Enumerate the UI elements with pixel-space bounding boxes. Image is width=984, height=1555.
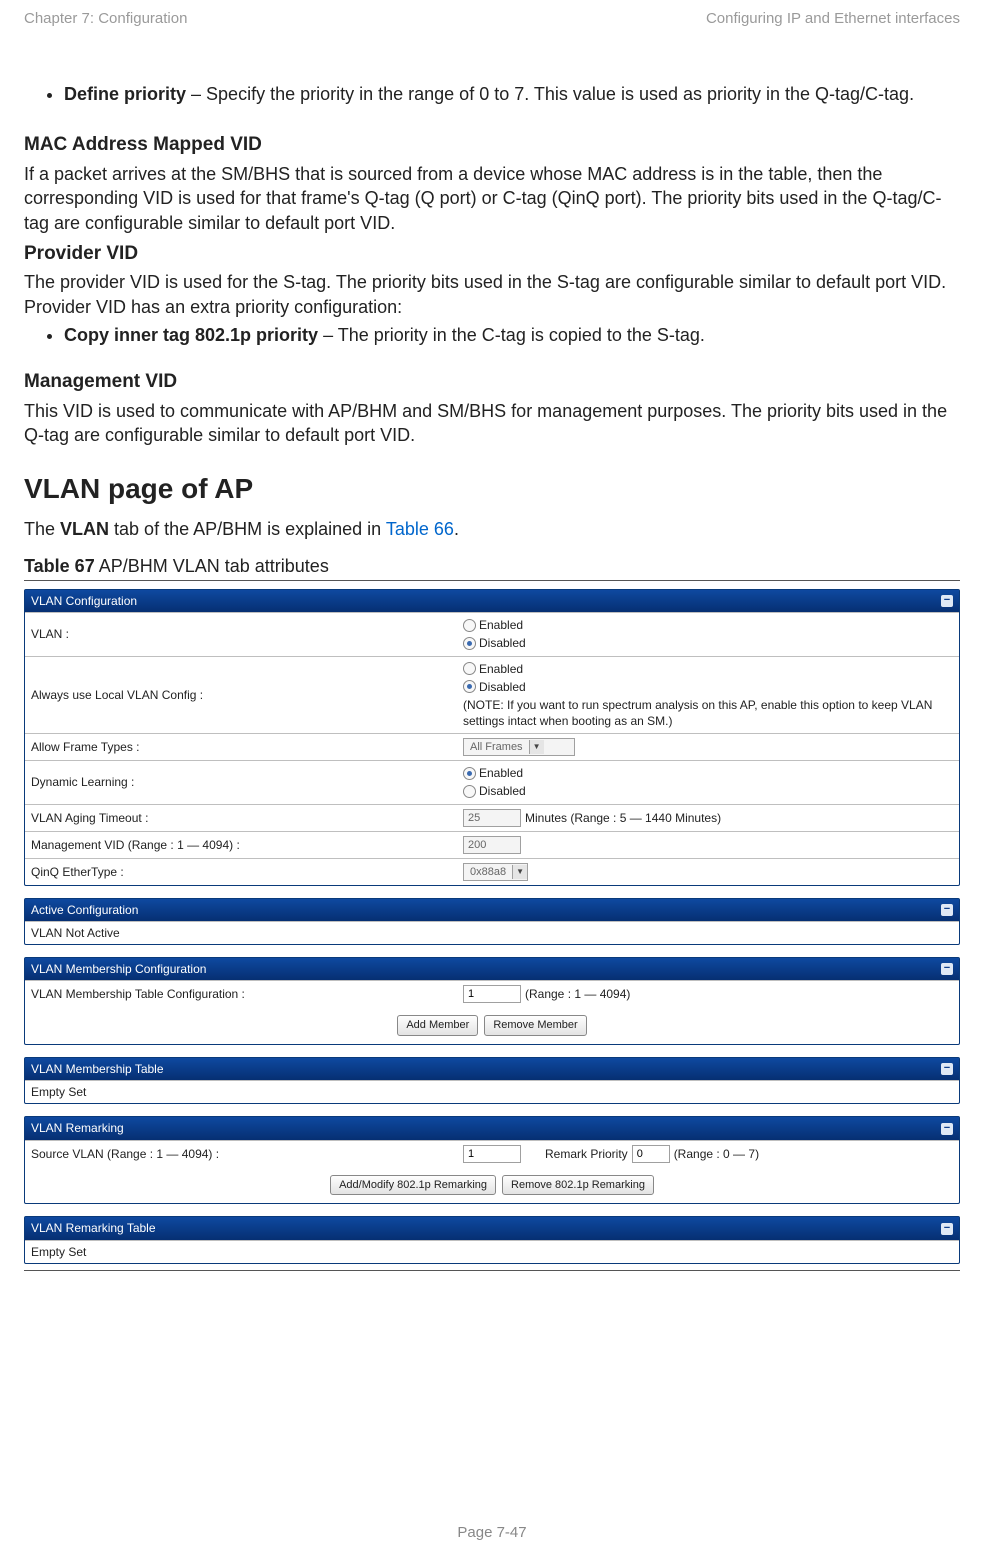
remark-priority-hint: (Range : 0 — 7) xyxy=(674,1146,759,1162)
page-footer: Page 7-47 xyxy=(0,1524,984,1541)
table-bottom-rule xyxy=(24,1270,960,1271)
provider-paragraph: The provider VID is used for the S-tag. … xyxy=(24,270,960,319)
remove-remarking-button[interactable]: Remove 802.1p Remarking xyxy=(502,1175,654,1196)
source-vlan-input[interactable]: 1 xyxy=(463,1145,521,1163)
source-vlan-label: Source VLAN (Range : 1 — 4094) : xyxy=(25,1141,457,1167)
vlan-page-heading: VLAN page of AP xyxy=(24,470,960,508)
mgmt-vid-label: Management VID (Range : 1 — 4094) : xyxy=(25,832,457,858)
aging-timeout-label: VLAN Aging Timeout : xyxy=(25,805,457,831)
mac-heading: MAC Address Mapped VID xyxy=(24,132,960,158)
table-66-link[interactable]: Table 66 xyxy=(386,519,454,539)
collapse-icon[interactable]: − xyxy=(941,963,953,975)
qinq-label: QinQ EtherType : xyxy=(25,859,457,885)
table-top-rule xyxy=(24,580,960,581)
mac-paragraph: If a packet arrives at the SM/BHS that i… xyxy=(24,162,960,235)
membership-table-body: Empty Set xyxy=(25,1080,959,1103)
header-left: Chapter 7: Configuration xyxy=(24,10,187,27)
vlan-disabled-radio[interactable]: Disabled xyxy=(463,635,526,651)
chevron-down-icon: ▼ xyxy=(529,740,544,754)
vlan-config-screenshot: VLAN Configuration − VLAN : Enabled Disa… xyxy=(24,589,960,1264)
remark-priority-label: Remark Priority xyxy=(545,1146,628,1162)
panel-remarking: VLAN Remarking − Source VLAN (Range : 1 … xyxy=(24,1116,960,1204)
panel-header-membership-config[interactable]: VLAN Membership Configuration − xyxy=(25,958,959,980)
mgmt-vid-input[interactable]: 200 xyxy=(463,836,521,854)
active-config-body: VLAN Not Active xyxy=(25,921,959,944)
always-note: (NOTE: If you want to run spectrum analy… xyxy=(463,697,943,729)
panel-header-remarking-table[interactable]: VLAN Remarking Table − xyxy=(25,1217,959,1239)
dynamic-learning-label: Dynamic Learning : xyxy=(25,761,457,803)
chevron-down-icon: ▼ xyxy=(512,865,527,879)
remarking-table-body: Empty Set xyxy=(25,1240,959,1263)
define-priority-bullet: Define priority – Specify the priority i… xyxy=(64,82,960,106)
panel-active-configuration: Active Configuration − VLAN Not Active xyxy=(24,898,960,945)
collapse-icon[interactable]: − xyxy=(941,1223,953,1235)
always-disabled-radio[interactable]: Disabled xyxy=(463,679,526,695)
mgmt-heading: Management VID xyxy=(24,369,960,395)
panel-header-active[interactable]: Active Configuration − xyxy=(25,899,959,921)
panel-membership-config: VLAN Membership Configuration − VLAN Mem… xyxy=(24,957,960,1045)
panel-header-vlan-config[interactable]: VLAN Configuration − xyxy=(25,590,959,612)
aging-timeout-input[interactable]: 25 xyxy=(463,809,521,827)
copy-priority-bullet: Copy inner tag 802.1p priority – The pri… xyxy=(64,323,960,347)
add-remarking-button[interactable]: Add/Modify 802.1p Remarking xyxy=(330,1175,496,1196)
dyn-disabled-radio[interactable]: Disabled xyxy=(463,783,526,799)
panel-vlan-configuration: VLAN Configuration − VLAN : Enabled Disa… xyxy=(24,589,960,886)
collapse-icon[interactable]: − xyxy=(941,1123,953,1135)
vlan-label: VLAN : xyxy=(25,613,457,655)
define-priority-text: – Specify the priority in the range of 0… xyxy=(186,84,914,104)
collapse-icon[interactable]: − xyxy=(941,1063,953,1075)
allow-frame-types-label: Allow Frame Types : xyxy=(25,734,457,760)
panel-remarking-table: VLAN Remarking Table − Empty Set xyxy=(24,1216,960,1263)
panel-header-membership-table[interactable]: VLAN Membership Table − xyxy=(25,1058,959,1080)
always-enabled-radio[interactable]: Enabled xyxy=(463,661,523,677)
remark-priority-input[interactable]: 0 xyxy=(632,1145,670,1163)
add-member-button[interactable]: Add Member xyxy=(397,1015,478,1036)
collapse-icon[interactable]: − xyxy=(941,904,953,916)
membership-range-hint: (Range : 1 — 4094) xyxy=(525,986,630,1002)
membership-vid-input[interactable]: 1 xyxy=(463,985,521,1003)
page-header: Chapter 7: Configuration Configuring IP … xyxy=(24,10,960,27)
collapse-icon[interactable]: − xyxy=(941,595,953,607)
allow-frame-types-select[interactable]: All Frames ▼ xyxy=(463,738,575,756)
header-right: Configuring IP and Ethernet interfaces xyxy=(706,10,960,27)
dyn-enabled-radio[interactable]: Enabled xyxy=(463,765,523,781)
provider-heading: Provider VID xyxy=(24,241,960,267)
remove-member-button[interactable]: Remove Member xyxy=(484,1015,586,1036)
vlan-sentence: The VLAN tab of the AP/BHM is explained … xyxy=(24,517,960,541)
table-67-label: Table 67 AP/BHM VLAN tab attributes xyxy=(24,554,960,578)
aging-timeout-hint: Minutes (Range : 5 — 1440 Minutes) xyxy=(525,810,721,826)
vlan-enabled-radio[interactable]: Enabled xyxy=(463,617,523,633)
qinq-select[interactable]: 0x88a8 ▼ xyxy=(463,863,528,881)
define-priority-lead: Define priority xyxy=(64,84,186,104)
mgmt-paragraph: This VID is used to communicate with AP/… xyxy=(24,399,960,448)
copy-priority-lead: Copy inner tag 802.1p priority xyxy=(64,325,318,345)
always-local-label: Always use Local VLAN Config : xyxy=(25,657,457,734)
panel-membership-table: VLAN Membership Table − Empty Set xyxy=(24,1057,960,1104)
copy-priority-text: – The priority in the C-tag is copied to… xyxy=(318,325,705,345)
membership-config-label: VLAN Membership Table Configuration : xyxy=(25,981,457,1007)
panel-header-remarking[interactable]: VLAN Remarking − xyxy=(25,1117,959,1139)
